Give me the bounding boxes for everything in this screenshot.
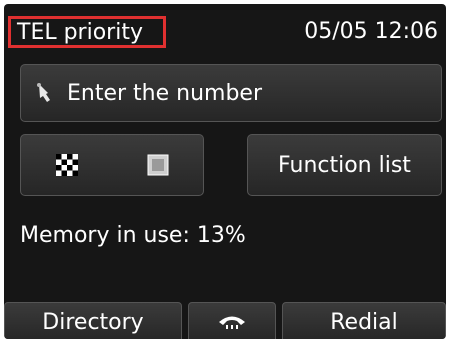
enter-number-label: Enter the number: [67, 80, 263, 106]
bottom-bar: Directory Redial: [4, 302, 446, 339]
hook-button[interactable]: [188, 302, 276, 339]
enter-number-button[interactable]: Enter the number: [20, 64, 442, 122]
function-list-button[interactable]: Function list: [247, 134, 442, 196]
status-bar: TEL priority 05/05 12:06: [4, 4, 446, 56]
photo-icon: [147, 154, 168, 176]
receive-mode-badge[interactable]: TEL priority: [8, 16, 166, 48]
on-hook-phone-icon: [219, 316, 245, 329]
directory-button[interactable]: Directory: [4, 302, 182, 339]
checkerboard-icon: [55, 154, 78, 176]
date-time: 05/05 12:06: [304, 19, 438, 44]
memory-usage: Memory in use: 13%: [20, 223, 246, 248]
scan-mode-button[interactable]: [20, 134, 204, 196]
touch-hand-icon: [37, 83, 50, 102]
redial-button[interactable]: Redial: [282, 302, 446, 339]
fax-screen: TEL priority 05/05 12:06 Enter the numbe…: [4, 4, 446, 339]
